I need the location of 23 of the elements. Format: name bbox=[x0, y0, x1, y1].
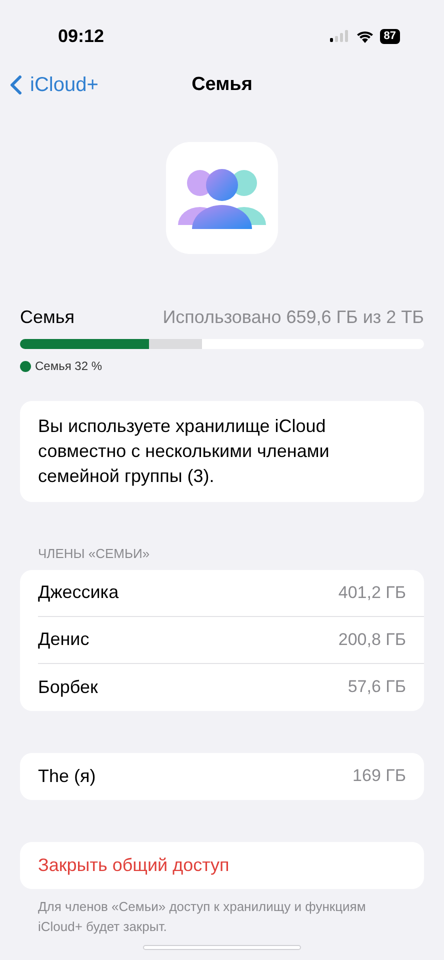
member-name: Джессика bbox=[38, 581, 119, 604]
nav-title: Семья bbox=[192, 72, 252, 97]
member-storage: 169 ГБ bbox=[352, 765, 406, 788]
wifi-icon bbox=[356, 30, 374, 42]
member-name: Денис bbox=[38, 628, 90, 651]
signal-icon bbox=[330, 30, 350, 42]
info-text: Вы используете хранилище iCloud совместно с несколькими членами семейной группы (3). bbox=[38, 415, 330, 488]
family-app-icon bbox=[166, 142, 278, 254]
member-storage: 200,8 ГБ bbox=[338, 628, 406, 651]
back-button[interactable]: iCloud+ bbox=[10, 70, 98, 100]
member-storage: 401,2 ГБ bbox=[338, 582, 406, 604]
legend-label: Семья 32 % bbox=[35, 358, 102, 375]
status-time: 09:12 bbox=[58, 24, 104, 48]
stop-sharing-button[interactable]: Закрыть общий доступ bbox=[20, 842, 424, 888]
storage-label: Семья bbox=[20, 306, 75, 329]
footer-note: Для членов «Семьи» доступ к хранилищу и функциям iCloud+ будет закрыт. bbox=[38, 898, 367, 936]
back-chevron-icon bbox=[10, 75, 22, 95]
member-name: Борбек bbox=[38, 676, 98, 699]
member-name: The (я) bbox=[38, 764, 96, 788]
section-header: ЧЛЕНЫ «СЕМЬИ» bbox=[38, 545, 151, 563]
storage-usage: Использовано 659,6 ГБ из 2 ТБ bbox=[162, 306, 424, 329]
member-storage: 57,6 ГБ bbox=[348, 676, 406, 698]
battery-icon: 87 bbox=[380, 28, 400, 44]
